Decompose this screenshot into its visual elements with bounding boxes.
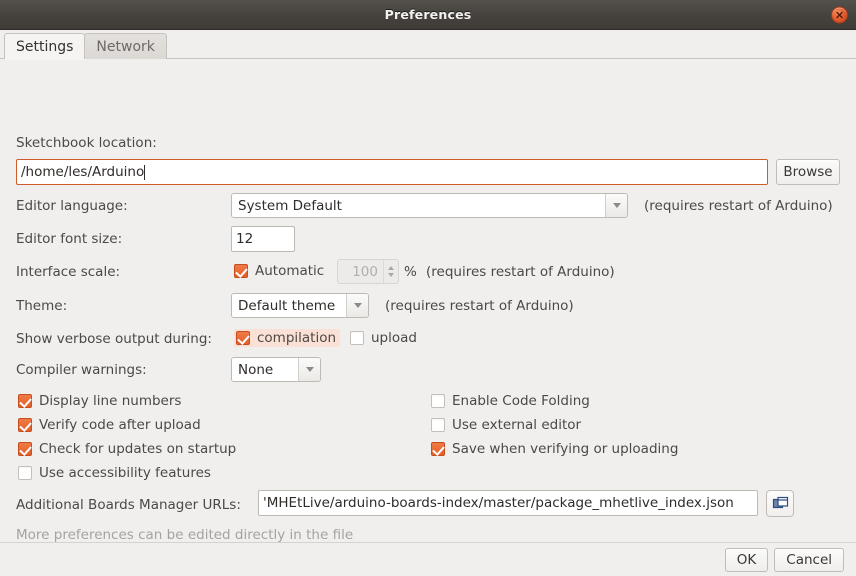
cancel-button[interactable]: Cancel — [774, 547, 844, 572]
checkbox-label: Display line numbers — [39, 393, 182, 409]
editor-font-size-value: 12 — [236, 231, 254, 247]
checkbox-icon-unchecked — [350, 331, 364, 345]
footer-note-line-1: More preferences can be edited directly … — [16, 527, 354, 543]
interface-scale-automatic-label: Automatic — [255, 263, 325, 279]
boards-manager-urls-value: 'MHEtLive/arduino-boards-index/master/pa… — [263, 495, 734, 511]
browse-button-label: Browse — [783, 164, 833, 180]
checkbox-icon-checked — [236, 331, 250, 345]
chevron-down-icon — [605, 194, 627, 217]
theme-label: Theme: — [16, 298, 68, 314]
checkbox-label: Verify code after upload — [39, 417, 201, 433]
preferences-dialog: Preferences Settings Network Sketchbook … — [0, 0, 856, 576]
interface-scale-stepper[interactable]: 100 — [337, 259, 399, 284]
checkbox-use-accessibility-features[interactable]: Use accessibility features — [18, 465, 211, 481]
verbose-compilation-checkbox[interactable]: compilation — [234, 329, 341, 347]
checkbox-icon-checked — [18, 394, 32, 408]
checkbox-label: Use external editor — [452, 417, 582, 433]
compiler-warnings-label: Compiler warnings: — [16, 362, 147, 378]
sketchbook-location-input[interactable]: /home/les/Arduino — [16, 159, 768, 185]
checkbox-icon-checked — [431, 442, 445, 456]
theme-hint: (requires restart of Arduino) — [385, 298, 574, 314]
checkbox-icon-checked — [18, 418, 32, 432]
compiler-warnings-value: None — [232, 358, 298, 381]
interface-scale-automatic-checkbox[interactable]: Automatic — [234, 263, 324, 279]
checkbox-icon-checked — [18, 442, 32, 456]
checkbox-icon-checked — [234, 264, 248, 278]
checkbox-label: Save when verifying or uploading — [452, 441, 679, 457]
sketchbook-location-label: Sketchbook location: — [16, 135, 157, 151]
editor-font-size-input[interactable]: 12 — [231, 226, 295, 252]
ok-button[interactable]: OK — [724, 547, 769, 572]
editor-language-label: Editor language: — [16, 198, 128, 214]
checkbox-enable-code-folding[interactable]: Enable Code Folding — [431, 393, 590, 409]
boards-manager-urls-input[interactable]: 'MHEtLive/arduino-boards-index/master/pa… — [258, 490, 758, 516]
editor-language-value: System Default — [232, 194, 605, 217]
checkbox-display-line-numbers[interactable]: Display line numbers — [18, 393, 181, 409]
checkbox-use-external-editor[interactable]: Use external editor — [431, 417, 581, 433]
theme-value: Default theme — [232, 294, 346, 317]
interface-scale-hint: (requires restart of Arduino) — [426, 264, 615, 280]
theme-select[interactable]: Default theme — [231, 293, 369, 318]
verbose-upload-checkbox[interactable]: upload — [350, 330, 417, 346]
checkbox-save-when-verifying-or-uploading[interactable]: Save when verifying or uploading — [431, 441, 678, 457]
verbose-output-label: Show verbose output during: — [16, 331, 212, 347]
window-title: Preferences — [384, 7, 472, 22]
checkbox-icon-unchecked — [18, 466, 32, 480]
editor-font-size-label: Editor font size: — [16, 231, 123, 247]
boards-manager-urls-edit-button[interactable] — [766, 490, 794, 517]
chevron-up-icon — [388, 266, 394, 270]
stepper-arrows[interactable] — [383, 260, 398, 283]
editor-language-hint: (requires restart of Arduino) — [644, 198, 833, 214]
boards-manager-urls-label: Additional Boards Manager URLs: — [16, 497, 241, 513]
compiler-warnings-select[interactable]: None — [231, 357, 321, 382]
text-caret — [144, 164, 146, 180]
sketchbook-location-value: /home/les/Arduino — [21, 164, 145, 180]
chevron-down-icon — [298, 358, 320, 381]
settings-panel: Sketchbook location: /home/les/Arduino B… — [0, 58, 856, 576]
verbose-upload-label: upload — [371, 330, 417, 346]
tab-settings[interactable]: Settings — [4, 33, 86, 59]
interface-scale-value: 100 — [352, 263, 378, 280]
checkbox-verify-code-after-upload[interactable]: Verify code after upload — [18, 417, 201, 433]
close-button[interactable] — [831, 6, 848, 23]
tab-network[interactable]: Network — [84, 33, 167, 59]
verbose-compilation-label: compilation — [257, 330, 337, 346]
chevron-down-icon — [346, 294, 368, 317]
checkbox-check-for-updates-on-startup[interactable]: Check for updates on startup — [18, 441, 236, 457]
editor-language-select[interactable]: System Default — [231, 193, 628, 218]
ok-button-label: OK — [736, 551, 757, 568]
tab-strip: Settings Network — [0, 30, 856, 59]
checkbox-label: Check for updates on startup — [39, 441, 237, 457]
title-bar: Preferences — [0, 0, 856, 30]
browse-button[interactable]: Browse — [776, 159, 840, 185]
chevron-down-icon — [388, 273, 394, 277]
copy-windows-icon — [772, 496, 788, 509]
tab-network-label: Network — [96, 38, 155, 55]
cancel-button-label: Cancel — [786, 551, 832, 568]
dialog-footer: OK Cancel — [0, 542, 856, 576]
percent-label: % — [404, 264, 417, 280]
checkbox-icon-unchecked — [431, 418, 445, 432]
checkbox-icon-unchecked — [431, 394, 445, 408]
checkbox-label: Enable Code Folding — [452, 393, 590, 409]
checkbox-label: Use accessibility features — [39, 465, 211, 481]
close-icon — [836, 11, 843, 18]
tab-settings-label: Settings — [16, 38, 74, 55]
interface-scale-label: Interface scale: — [16, 264, 121, 280]
